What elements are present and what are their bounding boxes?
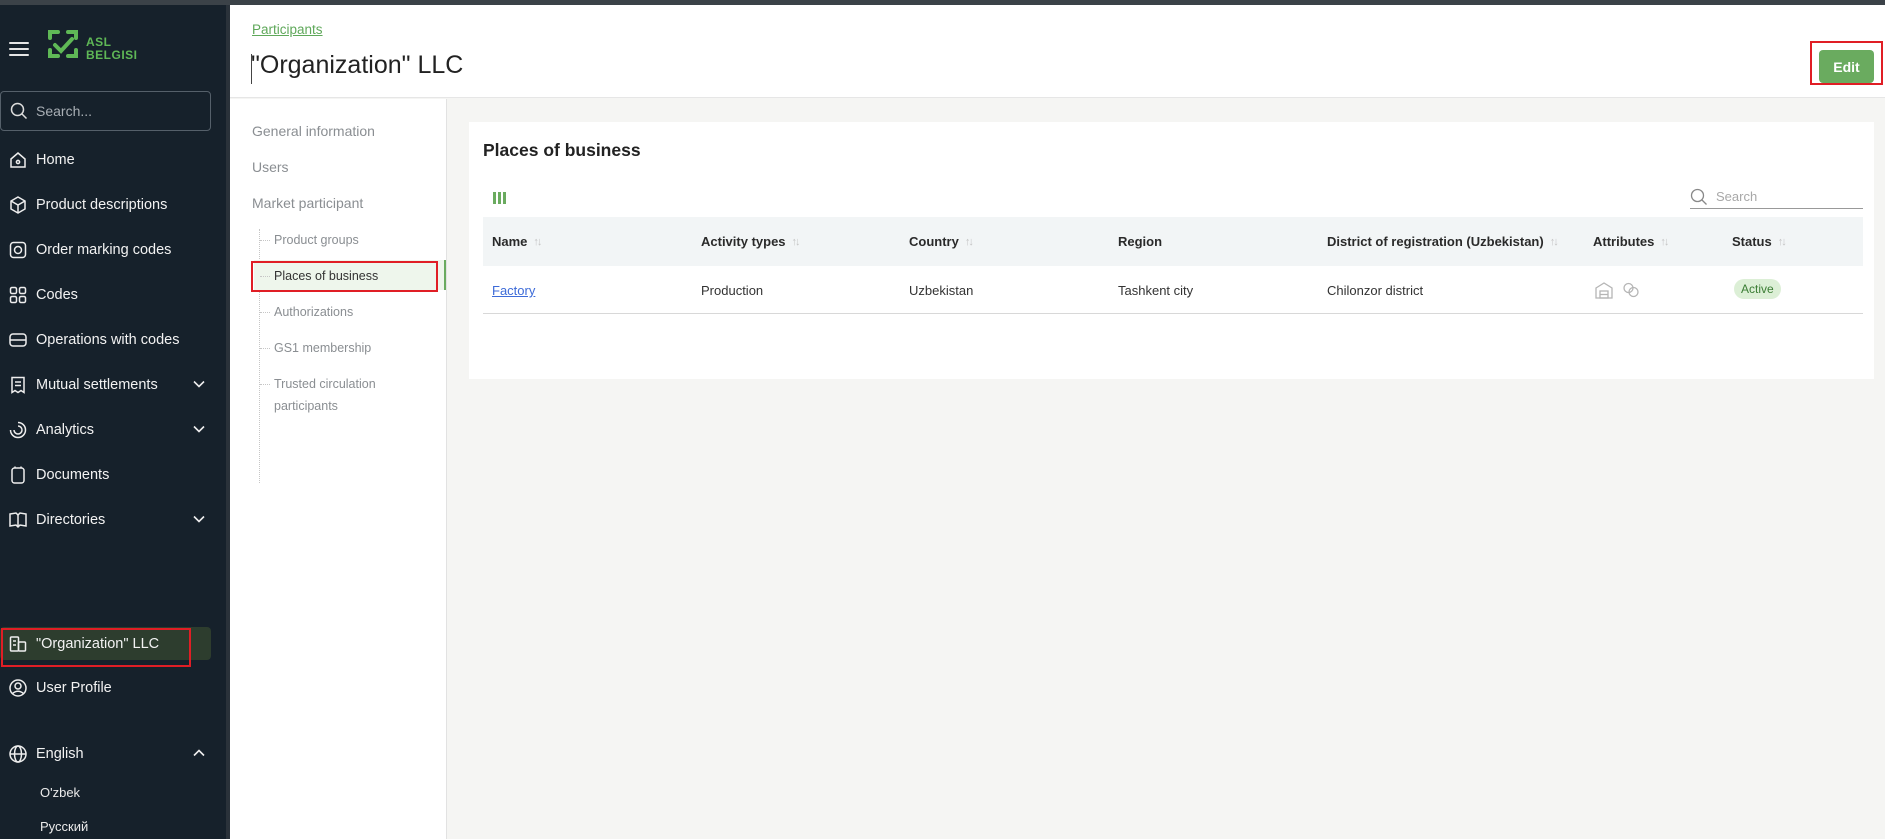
tree-connector: [260, 312, 270, 313]
user-icon: [6, 676, 30, 700]
sidebar-search[interactable]: [0, 91, 211, 131]
chevron-down-icon[interactable]: [192, 377, 206, 391]
warehouse-icon: [1595, 282, 1613, 299]
sort-icon[interactable]: ↑↓: [792, 236, 801, 248]
row-activity: Production: [701, 283, 764, 298]
sidebar-item-directories[interactable]: Directories: [0, 500, 226, 540]
language-selector[interactable]: English: [0, 734, 226, 774]
analytics-icon: [6, 418, 30, 442]
status-badge: Active: [1734, 279, 1781, 299]
row-district: Chilonzor district: [1327, 283, 1424, 298]
tree-connector: [260, 240, 270, 241]
qr-code-icon: [6, 283, 30, 307]
table-search-input[interactable]: [1716, 189, 1856, 204]
edit-button[interactable]: Edit: [1819, 50, 1874, 83]
link-icon: [1623, 282, 1639, 298]
breadcrumb-participants[interactable]: Participants: [252, 22, 323, 37]
page-header: Participants "Organization" LLC Edit: [230, 5, 1885, 98]
sort-icon[interactable]: ↑↓: [1660, 236, 1669, 248]
subnav-market-participant[interactable]: Market participant: [252, 195, 363, 211]
language-option-russian[interactable]: Русский: [40, 819, 88, 834]
participant-subnav: General information Users Market partici…: [230, 99, 447, 839]
sort-icon[interactable]: ↑↓: [965, 236, 974, 248]
columns-icon[interactable]: [493, 191, 507, 205]
home-icon: [6, 148, 30, 172]
section-title: Places of business: [483, 140, 641, 160]
sidebar-item-user-profile[interactable]: User Profile: [0, 668, 226, 708]
receipt-icon: [6, 373, 30, 397]
subnav-gs1-membership[interactable]: GS1 membership: [274, 337, 371, 359]
document-icon: [6, 463, 30, 487]
subnav-trusted-circulation[interactable]: Trusted circulation: [274, 373, 376, 395]
subnav-authorizations[interactable]: Authorizations: [274, 301, 353, 323]
language-option-uzbek[interactable]: O'zbek: [40, 785, 80, 800]
places-of-business-card: Places of business Name↑↓ Activity types…: [469, 122, 1874, 379]
tree-connector: [260, 348, 270, 349]
sidebar-item-order-marking-codes[interactable]: Order marking codes: [0, 230, 226, 270]
sidebar-item-mutual-settlements[interactable]: Mutual settlements: [0, 365, 226, 405]
row-region: Tashkent city: [1118, 283, 1194, 298]
search-icon: [1690, 188, 1707, 205]
sidebar-search-input[interactable]: [36, 103, 196, 119]
subnav-general-information[interactable]: General information: [252, 123, 375, 139]
subnav-trusted-circulation-line2[interactable]: participants: [274, 395, 338, 417]
sidebar-item-analytics[interactable]: Analytics: [0, 410, 226, 450]
order-icon: [6, 238, 30, 262]
menu-icon[interactable]: [9, 42, 29, 56]
column-header-district[interactable]: District of registration (Uzbekistan) ↑↓: [1327, 234, 1559, 249]
chevron-down-icon[interactable]: [192, 422, 206, 436]
tree-connector: [260, 276, 270, 277]
sort-icon[interactable]: ↑↓: [533, 236, 542, 248]
subnav-places-of-business[interactable]: Places of business: [274, 265, 378, 287]
table-row: Factory Production Uzbekistan Tashkent c…: [483, 266, 1863, 314]
chevron-up-icon[interactable]: [192, 746, 206, 760]
column-header-region: Region: [1118, 234, 1163, 249]
sidebar-item-home[interactable]: Home: [0, 140, 226, 180]
chevron-down-icon[interactable]: [192, 512, 206, 526]
box-icon: [6, 193, 30, 217]
sort-icon[interactable]: ↑↓: [1550, 236, 1559, 248]
organization-icon: [6, 632, 30, 656]
column-header-name[interactable]: Name ↑↓: [492, 234, 542, 249]
sidebar-item-organization[interactable]: "Organization" LLC: [0, 627, 211, 660]
column-header-country[interactable]: Country ↑↓: [909, 234, 974, 249]
operations-icon: [6, 328, 30, 352]
column-header-activity-types[interactable]: Activity types ↑↓: [701, 234, 801, 249]
table-header: Name ↑↓ Activity types ↑↓ Country ↑↓ Region…: [483, 217, 1863, 266]
subnav-users[interactable]: Users: [252, 159, 289, 175]
sort-icon[interactable]: ↑↓: [1778, 236, 1787, 248]
tree-connector: [260, 384, 270, 385]
column-header-status[interactable]: Status ↑↓: [1732, 234, 1787, 249]
page-title: "Organization" LLC: [251, 51, 464, 79]
table-search[interactable]: [1690, 185, 1863, 209]
row-name-link[interactable]: Factory: [492, 283, 535, 298]
subnav-product-groups[interactable]: Product groups: [274, 229, 359, 251]
row-country: Uzbekistan: [909, 283, 974, 298]
book-icon: [6, 508, 30, 532]
sidebar: ASL BELGISI Home Product descriptions Or…: [0, 5, 226, 839]
column-header-attributes[interactable]: Attributes ↑↓: [1593, 234, 1669, 249]
sidebar-item-documents[interactable]: Documents: [0, 455, 226, 495]
sidebar-item-product-descriptions[interactable]: Product descriptions: [0, 185, 226, 225]
sidebar-item-operations-with-codes[interactable]: Operations with codes: [0, 320, 226, 360]
search-icon: [10, 102, 28, 120]
globe-icon: [6, 742, 30, 766]
sidebar-item-codes[interactable]: Codes: [0, 275, 226, 315]
logo-text: ASL BELGISI: [86, 35, 138, 62]
